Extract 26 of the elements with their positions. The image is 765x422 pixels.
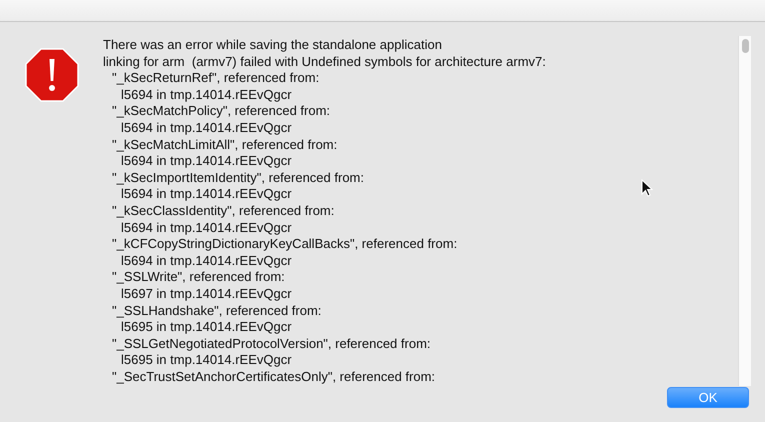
scrollbar[interactable] bbox=[738, 36, 751, 386]
reference-line: l5694 in tmp.14014.rEEvQgcr bbox=[120, 120, 292, 137]
symbol-line: "_SSLWrite", referenced from: bbox=[111, 269, 285, 286]
symbol-line: "_SSLHandshake", referenced from: bbox=[111, 302, 322, 320]
reference-line: l5694 in tmp.14014.rEEvQgcr bbox=[120, 252, 292, 270]
symbol-line: "_kCFCopyStringDictionaryKeyCallBacks", referenced from: bbox=[111, 236, 458, 253]
symbol-line: "_kSecReturnRef", referenced from: bbox=[111, 70, 320, 87]
symbol-line: "_SSLGetNegotiatedProtocolVersion", referenced from: bbox=[111, 336, 431, 352]
scroll-thumb[interactable] bbox=[742, 39, 748, 53]
symbol-line: "_kSecMatchLimitAll", referenced from: bbox=[111, 136, 338, 154]
symbol-line: "_kSecClassIdentity", referenced from: bbox=[111, 202, 334, 220]
reference-line: l5694 in tmp.14014.rEEvQgcr bbox=[120, 186, 292, 203]
symbol-line: "_kSecImportItemIdentity", referenced from: bbox=[111, 170, 364, 186]
stop-sign-icon bbox=[25, 48, 79, 102]
reference-line: l5695 in tmp.14014.rEEvQgcr bbox=[120, 319, 292, 336]
ok-button[interactable]: OK bbox=[667, 387, 749, 408]
symbol-line: "_kSecMatchPolicy", referenced from: bbox=[111, 103, 330, 120]
symbol-line: "_SecTrustSetAnchorCertificatesOnly", referenced from: bbox=[111, 368, 436, 386]
reference-line: l5695 in tmp.14014.rEEvQgcr bbox=[120, 352, 292, 369]
reference-line: l5697 in tmp.14014.rEEvQgcr bbox=[120, 286, 292, 302]
reference-line: l5694 in tmp.14014.rEEvQgcr bbox=[120, 86, 292, 104]
reference-line: l5694 in tmp.14014.rEEvQgcr bbox=[120, 153, 292, 170]
mouse-pointer-icon bbox=[641, 179, 653, 197]
error-message-line: linking for arm (armv7) failed with Undefined symbols for architecture armv7: bbox=[103, 54, 546, 70]
reference-line: l5694 in tmp.14014.rEEvQgcr bbox=[120, 220, 292, 236]
error-message-line: There was an error while saving the standalone application bbox=[103, 37, 442, 54]
